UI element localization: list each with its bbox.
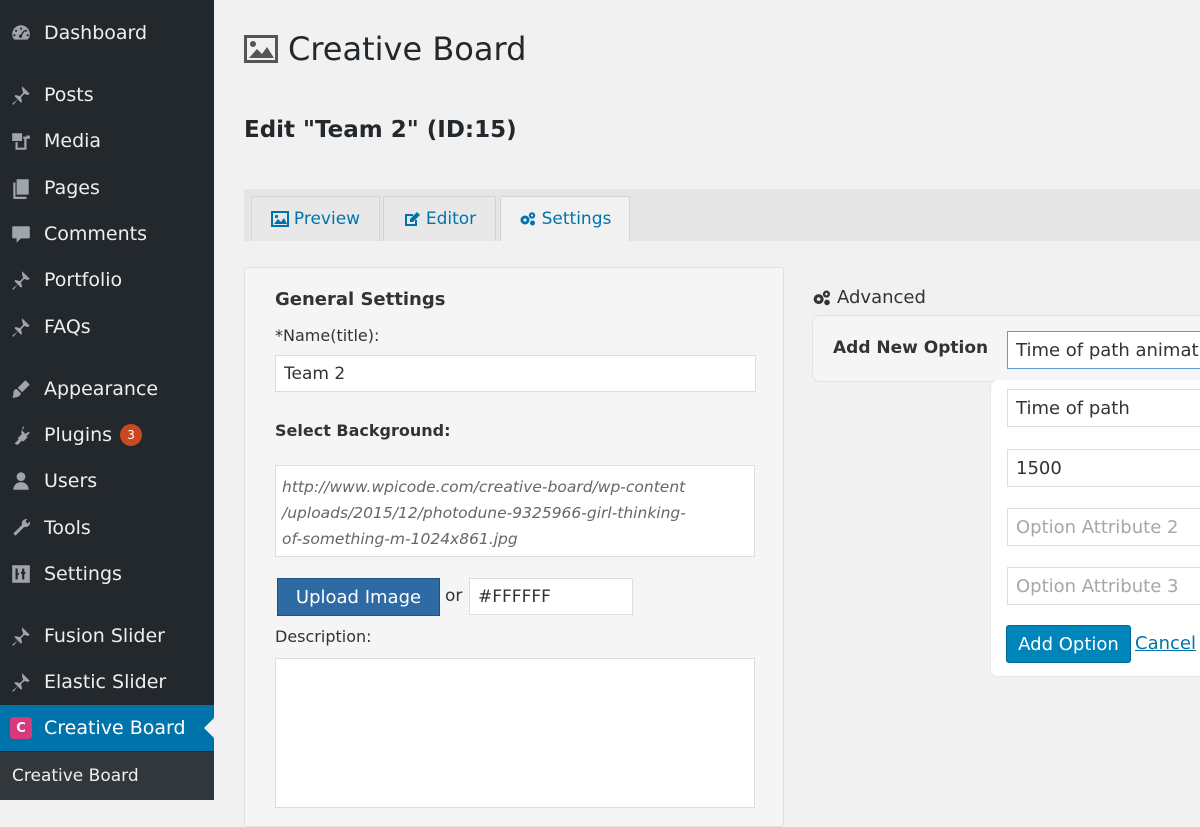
media-icon <box>8 129 34 153</box>
add-option-button[interactable]: Add Option <box>1006 625 1131 663</box>
sidebar-item-users[interactable]: Users <box>0 458 214 504</box>
active-menu-arrow <box>204 718 214 738</box>
sidebar-item-dashboard[interactable]: Dashboard <box>0 10 214 56</box>
creative-board-logo-letter: C <box>10 717 32 739</box>
sidebar-item-settings[interactable]: Settings <box>0 551 214 597</box>
sidebar-item-label: Posts <box>44 84 94 106</box>
description-textarea[interactable] <box>275 658 755 808</box>
sidebar-item-label: Fusion Slider <box>44 625 165 647</box>
creative-board-logo-icon: C <box>8 716 34 740</box>
tab-label: Preview <box>293 209 361 229</box>
option-attribute-2-input[interactable] <box>1007 508 1200 546</box>
sidebar-item-label: FAQs <box>44 316 91 338</box>
pin-icon <box>8 83 34 107</box>
sidebar-item-label: Creative Board <box>44 717 186 739</box>
dashboard-icon <box>8 21 34 45</box>
sidebar-item-creative-board[interactable]: C Creative Board <box>0 705 214 751</box>
submenu-item-creative-board[interactable]: Creative Board <box>0 752 214 800</box>
wrench-icon <box>8 516 34 540</box>
option-fields-panel: Add Option Cancel <box>990 380 1200 677</box>
edit-icon <box>404 212 420 226</box>
sidebar-item-pages[interactable]: Pages <box>0 165 214 211</box>
plugin-icon <box>8 423 34 447</box>
image-icon <box>244 35 278 63</box>
option-type-select-value: Time of path animat <box>1016 339 1199 361</box>
tab-bar: Preview Editor Settings <box>244 189 1200 241</box>
sidebar-item-appearance[interactable]: Appearance <box>0 366 214 412</box>
plugins-update-badge: 3 <box>120 424 143 446</box>
sidebar-item-tools[interactable]: Tools <box>0 505 214 551</box>
comment-icon <box>8 222 34 246</box>
add-new-option-label: Add New Option <box>833 338 989 358</box>
pin-icon <box>8 315 34 339</box>
sidebar-item-label: Portfolio <box>44 269 123 291</box>
pages-icon <box>8 176 34 200</box>
pin-icon <box>8 670 34 694</box>
sidebar-item-comments[interactable]: Comments <box>0 211 214 257</box>
image-icon <box>270 211 289 227</box>
advanced-heading: Advanced <box>812 287 926 308</box>
or-text: or <box>445 586 463 606</box>
gears-icon <box>813 290 830 305</box>
advanced-heading-text: Advanced <box>837 287 926 308</box>
upload-image-button[interactable]: Upload Image <box>277 578 440 616</box>
page-title-text: Creative Board <box>288 30 527 68</box>
sidebar-item-label: Tools <box>44 517 91 539</box>
sidebar-item-elastic-slider[interactable]: Elastic Slider <box>0 659 214 705</box>
sidebar-item-label: Users <box>44 470 98 492</box>
sidebar-item-posts[interactable]: Posts <box>0 72 214 118</box>
option-attribute-3-input[interactable] <box>1007 567 1200 605</box>
background-url-field[interactable]: http://www.wpicode.com/creative-board/wp… <box>275 465 755 557</box>
tab-label: Editor <box>425 209 477 229</box>
tab-preview[interactable]: Preview <box>251 196 380 241</box>
sidebar-item-portfolio[interactable]: Portfolio <box>0 257 214 303</box>
sidebar-item-label: Settings <box>44 563 122 585</box>
pin-icon <box>8 268 34 292</box>
tab-label: Settings <box>541 209 612 229</box>
sidebar-item-label: Media <box>44 130 102 152</box>
sidebar-item-label: Comments <box>44 223 147 245</box>
admin-sidebar: Dashboard Posts Media Pages Comments Por… <box>0 0 214 800</box>
sidebar-item-media[interactable]: Media <box>0 118 214 164</box>
sidebar-item-label: Pages <box>44 177 100 199</box>
tab-editor[interactable]: Editor <box>383 196 496 241</box>
pin-icon <box>8 624 34 648</box>
tab-settings[interactable]: Settings <box>500 196 630 241</box>
name-label: *Name(title): <box>275 326 380 345</box>
sidebar-item-label: Dashboard <box>44 22 148 44</box>
background-color-input[interactable] <box>469 578 633 615</box>
sidebar-item-plugins[interactable]: Plugins 3 <box>0 412 214 458</box>
option-value-input[interactable] <box>1007 449 1200 487</box>
gears-icon <box>520 212 535 226</box>
general-settings-heading: General Settings <box>275 289 446 310</box>
user-icon <box>8 469 34 493</box>
cancel-link[interactable]: Cancel <box>1135 633 1196 654</box>
description-label: Description: <box>275 627 372 646</box>
submenu-item-label: Creative Board <box>12 766 139 786</box>
sidebar-item-label: Plugins <box>44 424 113 446</box>
settings-sliders-icon <box>8 562 34 586</box>
select-background-label: Select Background: <box>275 421 451 440</box>
sidebar-item-label: Elastic Slider <box>44 671 167 693</box>
edit-heading: Edit "Team 2" (ID:15) <box>244 117 517 143</box>
brush-icon <box>8 377 34 401</box>
general-settings-panel: General Settings *Name(title): Select Ba… <box>244 267 784 827</box>
sidebar-item-label: Appearance <box>44 378 159 400</box>
sidebar-item-faqs[interactable]: FAQs <box>0 304 214 350</box>
sidebar-item-fusion-slider[interactable]: Fusion Slider <box>0 613 214 659</box>
page-title: Creative Board <box>244 30 526 68</box>
option-type-select[interactable]: Time of path animat <box>1007 331 1200 369</box>
name-input[interactable] <box>275 355 756 392</box>
option-name-input[interactable] <box>1007 389 1200 427</box>
add-option-panel: Add New Option Time of path animat <box>812 315 1200 382</box>
